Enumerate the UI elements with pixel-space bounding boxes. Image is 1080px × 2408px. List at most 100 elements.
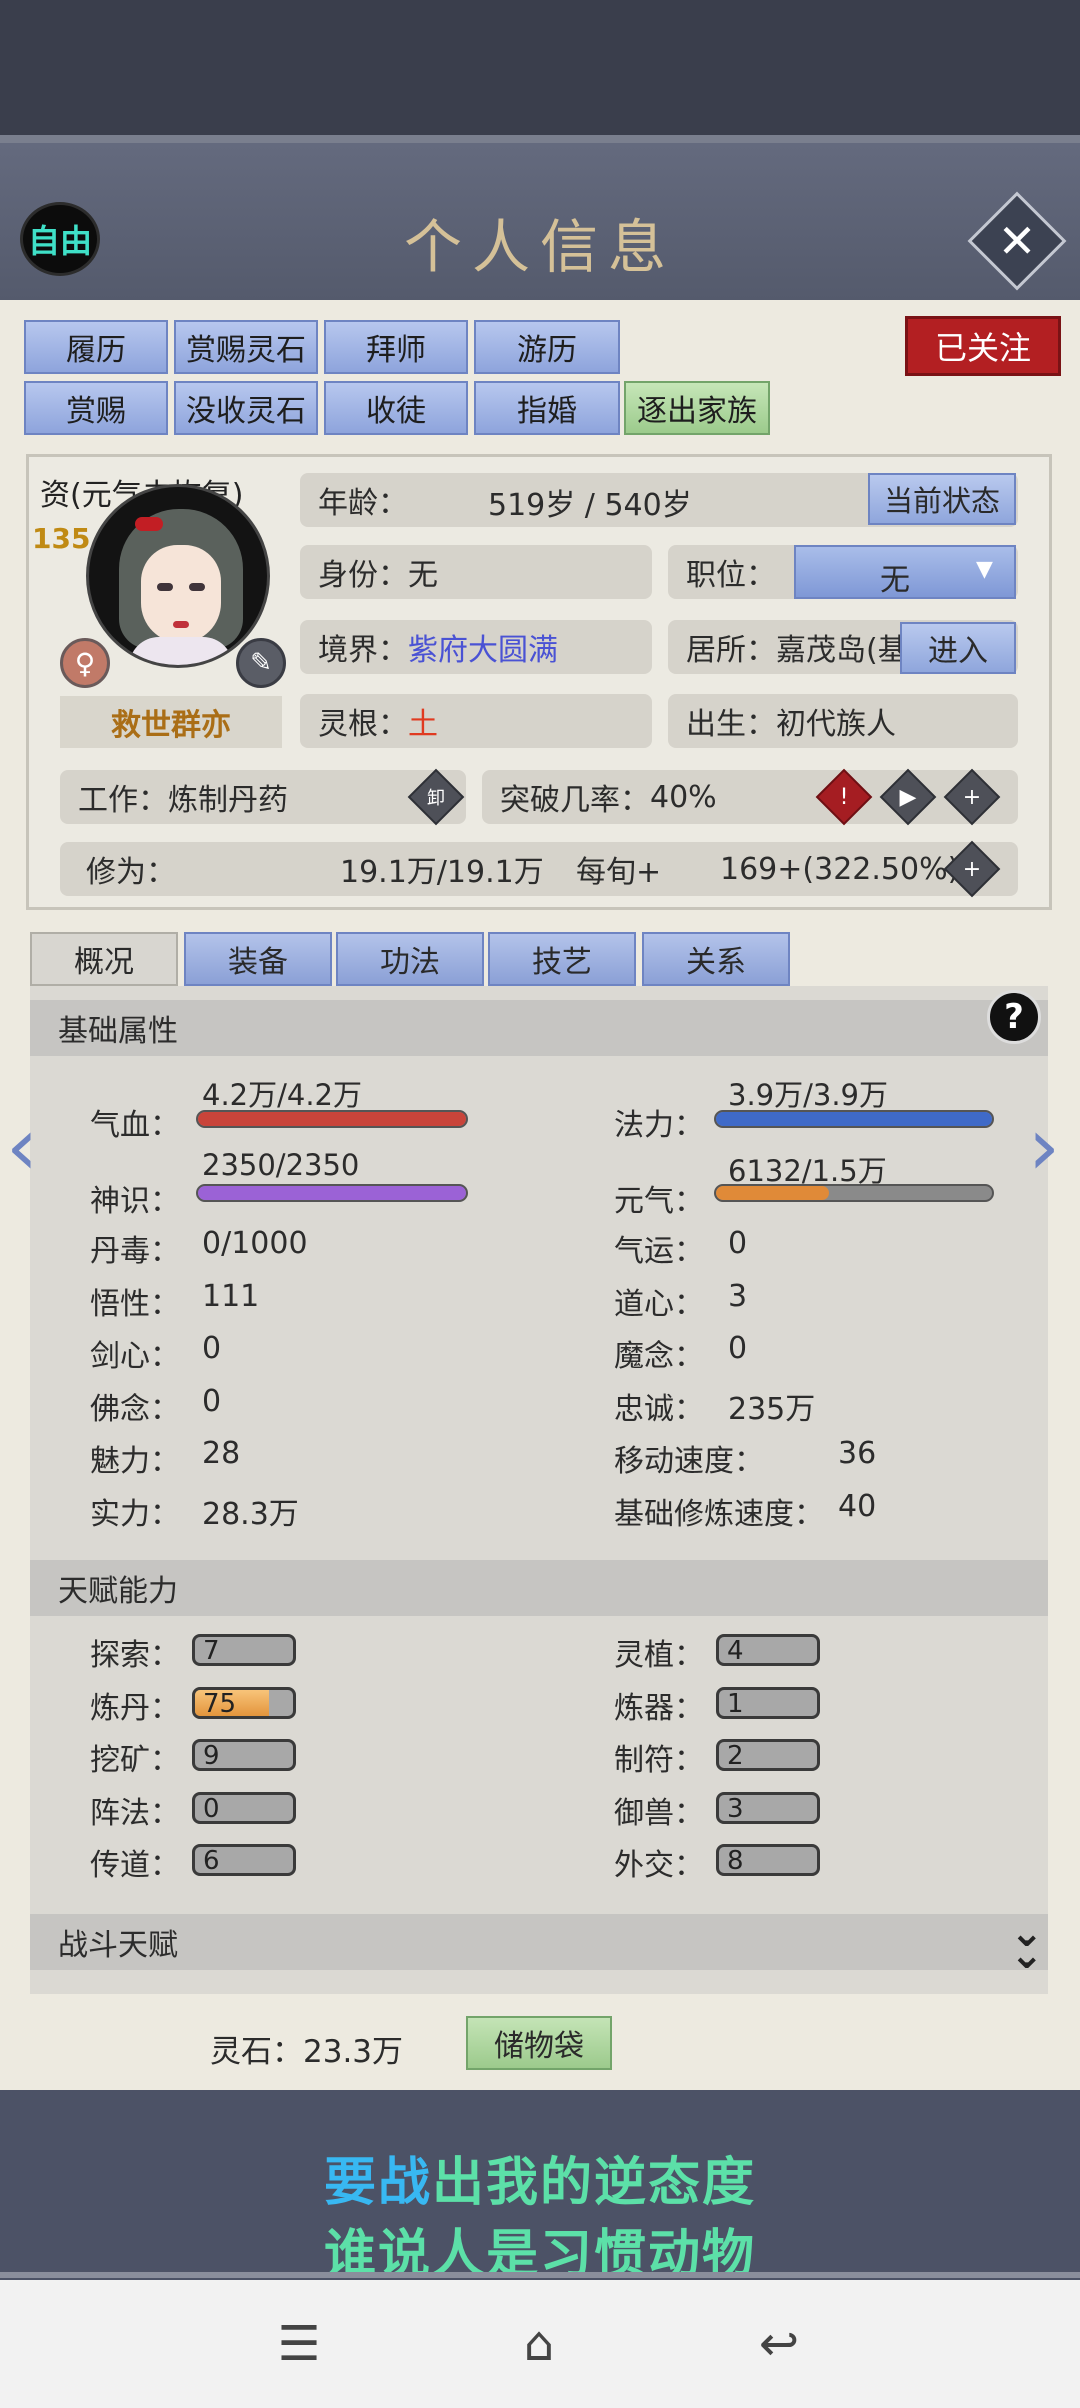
talent-right-level-box: 3: [716, 1791, 820, 1824]
stat-right-label: 忠诚：: [614, 1391, 704, 1427]
arrange-marriage-button[interactable]: 指婚: [474, 381, 620, 435]
spirit-bar-fill: [198, 1186, 466, 1200]
age-label: 年龄：: [318, 486, 408, 521]
spirit-root-field: 灵根： 土: [300, 694, 652, 748]
talent-right-level-value: 4: [727, 1636, 744, 1666]
menu-icon[interactable]: ☰: [264, 2316, 334, 2372]
hp-bar: [196, 1110, 468, 1128]
work-field: 工作：炼制丹药: [60, 770, 466, 824]
talent-left-level-value: 6: [203, 1846, 220, 1877]
realm-value: 紫府大圆满: [408, 633, 558, 668]
position-select[interactable]: 无 ▼: [794, 545, 1016, 599]
lyric-highlight: 要战: [323, 2153, 432, 2213]
confiscate-stones-button[interactable]: 没收灵石: [174, 381, 318, 435]
talent-right-level-value: 3: [727, 1793, 744, 1824]
tab-relations[interactable]: 关系: [642, 932, 790, 986]
talent-left-label: 阵法：: [90, 1795, 180, 1831]
tab-equipment[interactable]: 装备: [184, 932, 332, 986]
hp-text: 4.2万/4.2万: [202, 1078, 363, 1112]
overview-content: [30, 986, 1048, 1994]
identity-field: 身份： 无: [300, 545, 652, 599]
stat-left-label: 佛念：: [90, 1391, 180, 1427]
expel-button[interactable]: 逐出家族: [624, 381, 770, 435]
aptitude-value: 135: [32, 522, 91, 555]
history-button[interactable]: 履历: [24, 320, 168, 374]
tab-arts[interactable]: 技艺: [488, 932, 636, 986]
top-bar: [0, 0, 1080, 140]
work-label: 工作：炼制丹药: [78, 783, 288, 818]
talent-right-label: 御兽：: [614, 1795, 704, 1831]
spirit-stones: 灵石：23.3万: [210, 2034, 404, 2070]
apprentice-button[interactable]: 拜师: [324, 320, 468, 374]
stat-left-value: 28.3万: [202, 1497, 299, 1532]
avatar[interactable]: [86, 484, 270, 668]
divider: [0, 2272, 1080, 2278]
take-disciple-button[interactable]: 收徒: [324, 381, 468, 435]
identity-label: 身份：: [318, 558, 408, 593]
talent-left-level-value: 7: [203, 1636, 220, 1666]
cultivation-label: 修为：: [86, 855, 176, 890]
talent-right-label: 制符：: [614, 1743, 704, 1779]
stat-left-value: 0: [202, 1383, 222, 1419]
mana-label: 法力：: [614, 1108, 704, 1143]
expand-down-icon[interactable]: ⌄ ⌄: [1010, 1913, 1044, 1975]
back-icon[interactable]: ↩: [744, 2316, 814, 2372]
per-round-label: 每旬+: [576, 855, 662, 890]
follow-button[interactable]: 已关注: [905, 316, 1061, 376]
mana-bar-fill: [716, 1112, 992, 1126]
talent-right-label: 炼器：: [614, 1690, 704, 1726]
vitality-label: 元气：: [614, 1184, 704, 1219]
breakthrough-label: 突破几率：: [500, 783, 650, 818]
mana-bar: [714, 1110, 994, 1128]
current-state-button[interactable]: 当前状态: [868, 473, 1016, 525]
talent-left-level-box: 0: [192, 1791, 296, 1824]
stat-right-label: 移动速度：: [614, 1444, 764, 1480]
close-icon: ✕: [997, 214, 1037, 268]
talent-left-level-box: 75: [192, 1686, 296, 1719]
enter-button[interactable]: 进入: [900, 622, 1016, 674]
help-icon[interactable]: ?: [987, 990, 1041, 1044]
root-label: 灵根：: [318, 707, 408, 742]
per-round-value: 169+(322.50%): [720, 851, 960, 887]
character-name[interactable]: 救世群亦: [60, 696, 282, 748]
talent-right-level-box: 1: [716, 1686, 820, 1719]
stat-left-label: 实力：: [90, 1497, 180, 1532]
talent-left-label: 挖矿：: [90, 1743, 180, 1779]
position-value: 无: [880, 563, 910, 598]
talent-right-level-box: 8: [716, 1844, 820, 1877]
hp-bar-fill: [198, 1112, 466, 1126]
storage-bag-button[interactable]: 储物袋: [466, 2016, 612, 2070]
talent-right-level-box: 2: [716, 1739, 820, 1772]
mana-text: 3.9万/3.9万: [728, 1078, 889, 1112]
next-arrow-icon[interactable]: ›: [1028, 1100, 1060, 1193]
tab-skills[interactable]: 功法: [336, 932, 484, 986]
female-icon: ♀: [60, 638, 110, 688]
talent-right-label: 外交：: [614, 1848, 704, 1884]
stat-left-value: 28: [202, 1436, 241, 1472]
talent-right-level-box: 4: [716, 1634, 820, 1666]
cultivation-field: 修为： 19.1万/19.1万 每旬+ 169+(322.50%): [60, 842, 1018, 896]
free-mode-badge[interactable]: 自由: [20, 202, 100, 276]
stat-left-label: 魅力：: [90, 1444, 180, 1480]
stat-left-value: 0/1000: [202, 1226, 308, 1261]
travel-button[interactable]: 游历: [474, 320, 620, 374]
talent-left-level-value: 0: [203, 1793, 220, 1824]
talent-left-level-value: 75: [203, 1688, 237, 1719]
birth-field: 出生： 初代族人: [668, 694, 1018, 748]
realm-field: 境界： 紫府大圆满: [300, 620, 652, 674]
brush-icon[interactable]: ✎: [236, 638, 286, 688]
home-icon[interactable]: ⌂: [504, 2316, 574, 2372]
page-title: 个人信息: [403, 213, 676, 281]
stat-right-label: 道心：: [614, 1286, 704, 1322]
talent-right-level-value: 1: [727, 1688, 744, 1719]
root-value: 土: [408, 707, 438, 742]
stat-left-value: 111: [202, 1278, 260, 1314]
prev-arrow-icon[interactable]: ‹: [6, 1100, 38, 1193]
stat-right-label: 基础修炼速度：: [614, 1497, 824, 1532]
talent-left-level-box: 9: [192, 1739, 296, 1772]
tab-overview[interactable]: 概况: [30, 932, 178, 986]
reward-button[interactable]: 赏赐: [24, 381, 168, 435]
talent-left-label: 探索：: [90, 1638, 180, 1673]
reward-stones-button[interactable]: 赏赐灵石: [174, 320, 318, 374]
stat-right-value: 0: [728, 1331, 748, 1367]
